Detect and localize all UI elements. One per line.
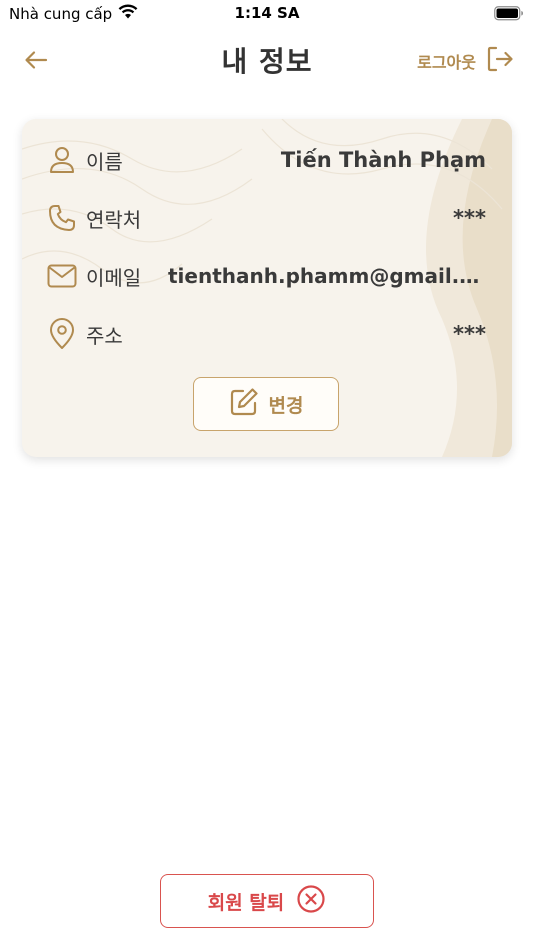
logout-label: 로그아웃 <box>417 53 476 72</box>
mail-icon <box>46 260 78 292</box>
info-value-address: *** <box>453 322 486 346</box>
info-label-address: 주소 <box>86 323 123 348</box>
edit-button[interactable]: 변경 <box>193 377 339 431</box>
close-circle-icon <box>296 884 326 918</box>
header: 내 정보 로그아웃 <box>0 36 534 88</box>
status-bar: Nhà cung cấp 1:14 SA <box>0 0 534 30</box>
info-value-email: tienthanh.phamm@gmail.c… <box>168 264 486 288</box>
edit-icon <box>229 387 259 421</box>
info-label-email: 이메일 <box>86 265 142 290</box>
logout-icon <box>486 45 514 77</box>
info-row-name: 이름 Tiến Thành Phạm <box>46 140 486 180</box>
profile-card: 이름 Tiến Thành Phạm 연락처 *** 이메일 tienthanh… <box>22 119 512 457</box>
battery-icon <box>494 6 524 21</box>
my-info-screen: Nhà cung cấp 1:14 SA 내 정보 로그아웃 이름 Tiến T… <box>0 0 534 950</box>
info-row-phone: 연락처 *** <box>46 198 486 238</box>
withdraw-label: 회원 탈퇴 <box>207 891 285 914</box>
phone-icon <box>46 202 78 234</box>
withdraw-membership-button[interactable]: 회원 탈퇴 <box>160 874 374 928</box>
info-row-address: 주소 *** <box>46 314 486 354</box>
status-time: 1:14 SA <box>234 4 300 22</box>
edit-label: 변경 <box>268 394 304 417</box>
info-label-phone: 연락처 <box>86 207 142 232</box>
location-pin-icon <box>46 318 78 350</box>
person-icon <box>46 144 78 176</box>
info-row-email: 이메일 tienthanh.phamm@gmail.c… <box>46 256 486 296</box>
info-value-phone: *** <box>453 206 486 230</box>
info-label-name: 이름 <box>86 149 123 174</box>
info-value-name: Tiến Thành Phạm <box>280 148 486 172</box>
logout-button[interactable]: 로그아웃 <box>417 44 514 78</box>
